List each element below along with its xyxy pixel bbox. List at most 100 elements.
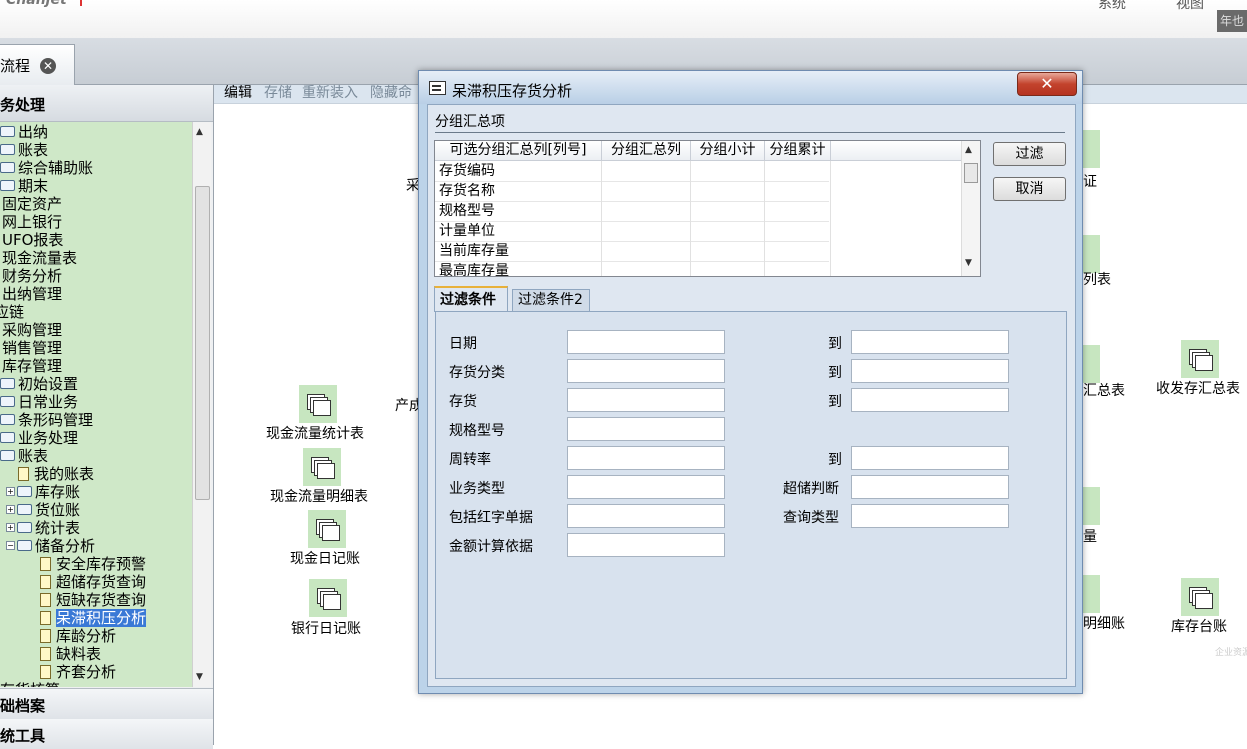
cancel-button[interactable]: 取消 bbox=[993, 177, 1066, 201]
tree-item[interactable]: 网上银行 bbox=[2, 213, 62, 231]
tree-item[interactable]: 销售管理 bbox=[2, 339, 62, 357]
tree-item[interactable]: 采购管理 bbox=[2, 321, 62, 339]
grid-scroll-thumb[interactable] bbox=[964, 163, 978, 183]
tree-item[interactable]: 齐套分析 bbox=[40, 663, 116, 681]
toolbar-edit[interactable]: 编辑 bbox=[224, 85, 252, 102]
grid-cell[interactable] bbox=[602, 261, 691, 276]
grid-row[interactable]: 计量单位 bbox=[435, 221, 831, 242]
tree-item[interactable]: 条形码管理 bbox=[0, 411, 93, 429]
filter-input[interactable] bbox=[567, 388, 725, 412]
tree-item[interactable]: 日常业务 bbox=[0, 393, 78, 411]
report-label[interactable]: 现金流量统计表 bbox=[266, 423, 364, 443]
filter-input[interactable] bbox=[851, 475, 1009, 499]
grid-cell[interactable] bbox=[691, 181, 765, 201]
tree-item[interactable]: 期末 bbox=[0, 177, 48, 195]
grid-cell[interactable] bbox=[691, 201, 765, 221]
report-label[interactable]: 现金流量明细表 bbox=[270, 486, 368, 506]
tab-filter-conditions-2[interactable]: 过滤条件2 bbox=[512, 289, 590, 311]
grid-row[interactable]: 规格型号 bbox=[435, 201, 831, 222]
tab-process[interactable]: 流程 ✕ bbox=[0, 44, 75, 85]
tree-item[interactable]: − 储备分析 bbox=[6, 537, 95, 555]
tree-item[interactable]: UFO报表 bbox=[2, 231, 63, 249]
report-icon[interactable] bbox=[309, 579, 347, 617]
menu-view[interactable]: 视图 bbox=[1176, 0, 1204, 13]
nav-footer-basic-archive[interactable]: 础档案 bbox=[0, 688, 213, 720]
tree-item[interactable]: 账表 bbox=[0, 141, 48, 159]
tree-item[interactable]: 现金流量表 bbox=[2, 249, 77, 267]
tree-item[interactable]: 初始设置 bbox=[0, 375, 78, 393]
tree-item[interactable]: 存货核算 bbox=[0, 681, 60, 687]
grid-header-cell[interactable]: 分组累计 bbox=[765, 141, 831, 160]
report-icon[interactable] bbox=[308, 510, 346, 548]
grid-cell[interactable] bbox=[602, 221, 691, 241]
report-label[interactable]: 库存台账 bbox=[1171, 616, 1227, 636]
tree-item[interactable]: 账表 bbox=[0, 447, 48, 465]
report-icon[interactable] bbox=[1181, 340, 1219, 378]
report-label-partial[interactable]: 证 bbox=[1083, 171, 1097, 191]
grid-cell[interactable] bbox=[691, 221, 765, 241]
grid-row[interactable]: 存货名称 bbox=[435, 181, 831, 202]
filter-input[interactable] bbox=[567, 417, 725, 441]
report-icon[interactable] bbox=[303, 448, 341, 486]
toolbar-save[interactable]: 存储 bbox=[264, 85, 292, 102]
scroll-down-icon[interactable]: ▼ bbox=[965, 258, 972, 268]
tree-item[interactable]: 库龄分析 bbox=[40, 627, 116, 645]
tree-item[interactable]: 短缺存货查询 bbox=[40, 591, 146, 609]
scroll-down-icon[interactable]: ▼ bbox=[196, 672, 203, 682]
tree-item[interactable]: 应链 bbox=[0, 303, 24, 321]
tree-item[interactable]: 库存管理 bbox=[2, 357, 62, 375]
tree-item[interactable]: + 货位账 bbox=[6, 501, 80, 519]
tree-item[interactable]: + 统计表 bbox=[6, 519, 80, 537]
filter-input[interactable] bbox=[567, 504, 725, 528]
grid-cell[interactable] bbox=[602, 181, 691, 201]
filter-button[interactable]: 过滤 bbox=[993, 142, 1066, 166]
grid-cell[interactable] bbox=[765, 201, 831, 221]
tree-item[interactable]: 财务分析 bbox=[2, 267, 62, 285]
expand-icon[interactable]: + bbox=[6, 487, 15, 496]
tree-item[interactable]: 超储存货查询 bbox=[40, 573, 146, 591]
report-label[interactable]: 现金日记账 bbox=[290, 548, 360, 568]
tree-scrollbar[interactable]: ▲ ▼ bbox=[192, 122, 211, 687]
tree-item[interactable]: + 库存账 bbox=[6, 483, 80, 501]
grid-cell[interactable] bbox=[602, 161, 691, 181]
filter-input-to[interactable] bbox=[851, 446, 1009, 470]
grid-cell[interactable] bbox=[765, 181, 831, 201]
report-label-partial[interactable]: 汇总表 bbox=[1083, 380, 1125, 400]
report-icon[interactable] bbox=[1181, 578, 1219, 616]
scroll-thumb[interactable] bbox=[195, 186, 210, 500]
report-label[interactable]: 收发存汇总表 bbox=[1156, 378, 1240, 398]
nav-section-header[interactable]: 务处理 bbox=[0, 85, 213, 122]
tree-item[interactable]: 我的账表 bbox=[18, 465, 94, 483]
grid-cell[interactable] bbox=[765, 261, 831, 276]
filter-input[interactable] bbox=[567, 330, 725, 354]
toolbar-reload[interactable]: 重新装入 bbox=[302, 85, 358, 102]
collapse-icon[interactable]: − bbox=[6, 541, 15, 550]
filter-input[interactable] bbox=[567, 446, 725, 470]
grid-header-cell[interactable]: 分组汇总列 bbox=[602, 141, 691, 160]
tree-item[interactable]: 缺料表 bbox=[40, 645, 101, 663]
toolbar-hide[interactable]: 隐藏命 bbox=[370, 85, 412, 102]
close-icon[interactable]: ✕ bbox=[40, 58, 56, 74]
dialog-close-button[interactable]: ✕ bbox=[1017, 72, 1077, 96]
grid-cell[interactable] bbox=[691, 161, 765, 181]
filter-input-to[interactable] bbox=[851, 388, 1009, 412]
grid-header-cell[interactable]: 分组小计 bbox=[691, 141, 765, 160]
tree-item[interactable]: 出纳 bbox=[0, 123, 48, 141]
scroll-up-icon[interactable]: ▲ bbox=[965, 145, 972, 155]
filter-input[interactable] bbox=[567, 533, 725, 557]
grid-row[interactable]: 存货编码 bbox=[435, 161, 831, 182]
tree-item[interactable]: 出纳管理 bbox=[2, 285, 62, 303]
tree-item[interactable]: 综合辅助账 bbox=[0, 159, 93, 177]
grid-row[interactable]: 最高库存量 bbox=[435, 261, 831, 276]
tree-item[interactable]: 呆滞积压分析 bbox=[40, 609, 147, 627]
filter-input[interactable] bbox=[851, 504, 1009, 528]
expand-icon[interactable]: + bbox=[6, 505, 15, 514]
filter-input[interactable] bbox=[567, 359, 725, 383]
tree-item[interactable]: 固定资产 bbox=[2, 195, 62, 213]
grid-cell[interactable] bbox=[765, 221, 831, 241]
grid-cell[interactable] bbox=[765, 161, 831, 181]
grid-cell[interactable] bbox=[691, 261, 765, 276]
report-icon[interactable] bbox=[299, 385, 337, 423]
filter-input-to[interactable] bbox=[851, 359, 1009, 383]
grid-cell[interactable] bbox=[765, 241, 831, 261]
